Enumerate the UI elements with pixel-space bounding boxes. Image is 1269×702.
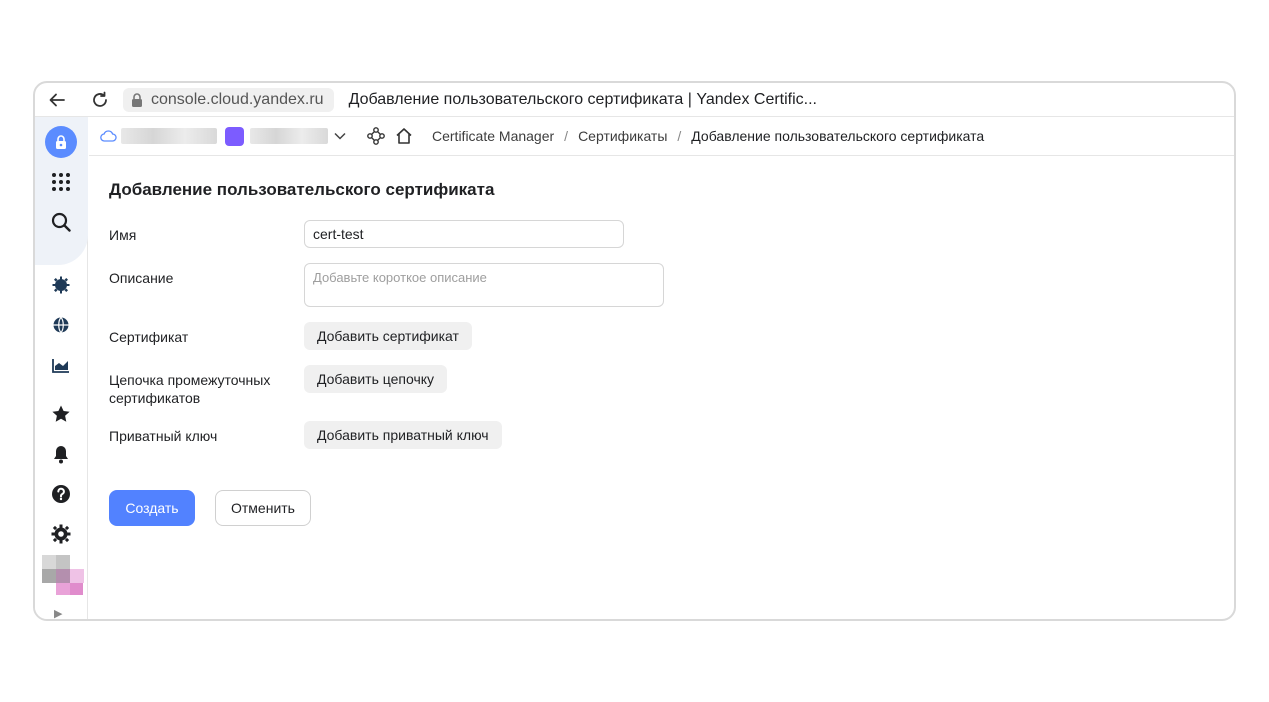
breadcrumb-separator: / bbox=[677, 128, 682, 144]
avatar[interactable] bbox=[42, 555, 84, 595]
help-icon[interactable] bbox=[44, 477, 78, 511]
cloud-lock-logo-icon[interactable] bbox=[44, 125, 78, 159]
name-label: Имя bbox=[109, 227, 137, 243]
gear-cog-icon[interactable] bbox=[44, 268, 78, 302]
folder-badge-icon[interactable] bbox=[225, 126, 244, 146]
name-input[interactable]: cert-test bbox=[304, 220, 624, 248]
private-key-label: Приватный ключ bbox=[109, 428, 218, 444]
sidebar-expand-button[interactable]: ▶ bbox=[54, 607, 62, 619]
certificate-label: Сертификат bbox=[109, 329, 189, 345]
star-icon[interactable] bbox=[44, 397, 78, 431]
chevron-down-icon[interactable] bbox=[334, 129, 346, 143]
breadcrumb-certificate-manager[interactable]: Certificate Manager bbox=[432, 128, 554, 144]
services-graph-icon[interactable] bbox=[366, 126, 386, 146]
browser-toolbar: console.cloud.yandex.ru Добавление польз… bbox=[35, 83, 1234, 117]
search-icon[interactable] bbox=[44, 205, 78, 239]
create-button[interactable]: Создать bbox=[109, 490, 195, 526]
chain-label-line1: Цепочка промежуточных bbox=[109, 372, 271, 388]
folder-name-redacted[interactable] bbox=[250, 128, 328, 144]
console-sidebar: ▶ bbox=[35, 117, 88, 619]
breadcrumb-current: Добавление пользовательского сертификата bbox=[691, 128, 985, 144]
reload-icon[interactable] bbox=[89, 89, 111, 111]
settings-icon[interactable] bbox=[44, 517, 78, 551]
browser-window: console.cloud.yandex.ru Добавление польз… bbox=[33, 81, 1236, 621]
add-private-key-button[interactable]: Добавить приватный ключ bbox=[304, 421, 502, 449]
cloud-name-redacted[interactable] bbox=[121, 128, 217, 144]
browser-tab-title: Добавление пользовательского сертификата… bbox=[348, 90, 817, 108]
page-title: Добавление пользовательского сертификата bbox=[109, 180, 495, 199]
description-label: Описание bbox=[109, 270, 174, 286]
apps-grid-icon[interactable] bbox=[44, 165, 78, 199]
add-chain-button[interactable]: Добавить цепочку bbox=[304, 365, 448, 393]
address-bar[interactable]: console.cloud.yandex.ru bbox=[123, 87, 334, 112]
url-text: console.cloud.yandex.ru bbox=[151, 90, 324, 108]
globe-icon[interactable] bbox=[44, 308, 78, 342]
back-arrow-icon[interactable] bbox=[46, 89, 68, 111]
bell-icon[interactable] bbox=[44, 437, 78, 471]
chain-label: Цепочка промежуточных сертификатов bbox=[109, 371, 270, 407]
chain-label-line2: сертификатов bbox=[109, 390, 201, 406]
breadcrumb-certificates[interactable]: Сертификаты bbox=[578, 128, 667, 144]
console-topbar: Certificate Manager / Сертификаты / Доба… bbox=[89, 117, 1234, 156]
description-textarea[interactable]: Добавьте короткое описание bbox=[304, 263, 664, 307]
lock-icon bbox=[129, 92, 145, 108]
home-icon[interactable] bbox=[394, 126, 414, 146]
cancel-button[interactable]: Отменить bbox=[215, 490, 311, 526]
add-certificate-button[interactable]: Добавить сертификат bbox=[304, 322, 472, 350]
chart-icon[interactable] bbox=[44, 348, 78, 382]
breadcrumb-separator: / bbox=[564, 128, 569, 144]
main-content: Добавление пользовательского сертификата… bbox=[89, 156, 1234, 619]
cloud-icon[interactable] bbox=[100, 129, 118, 143]
